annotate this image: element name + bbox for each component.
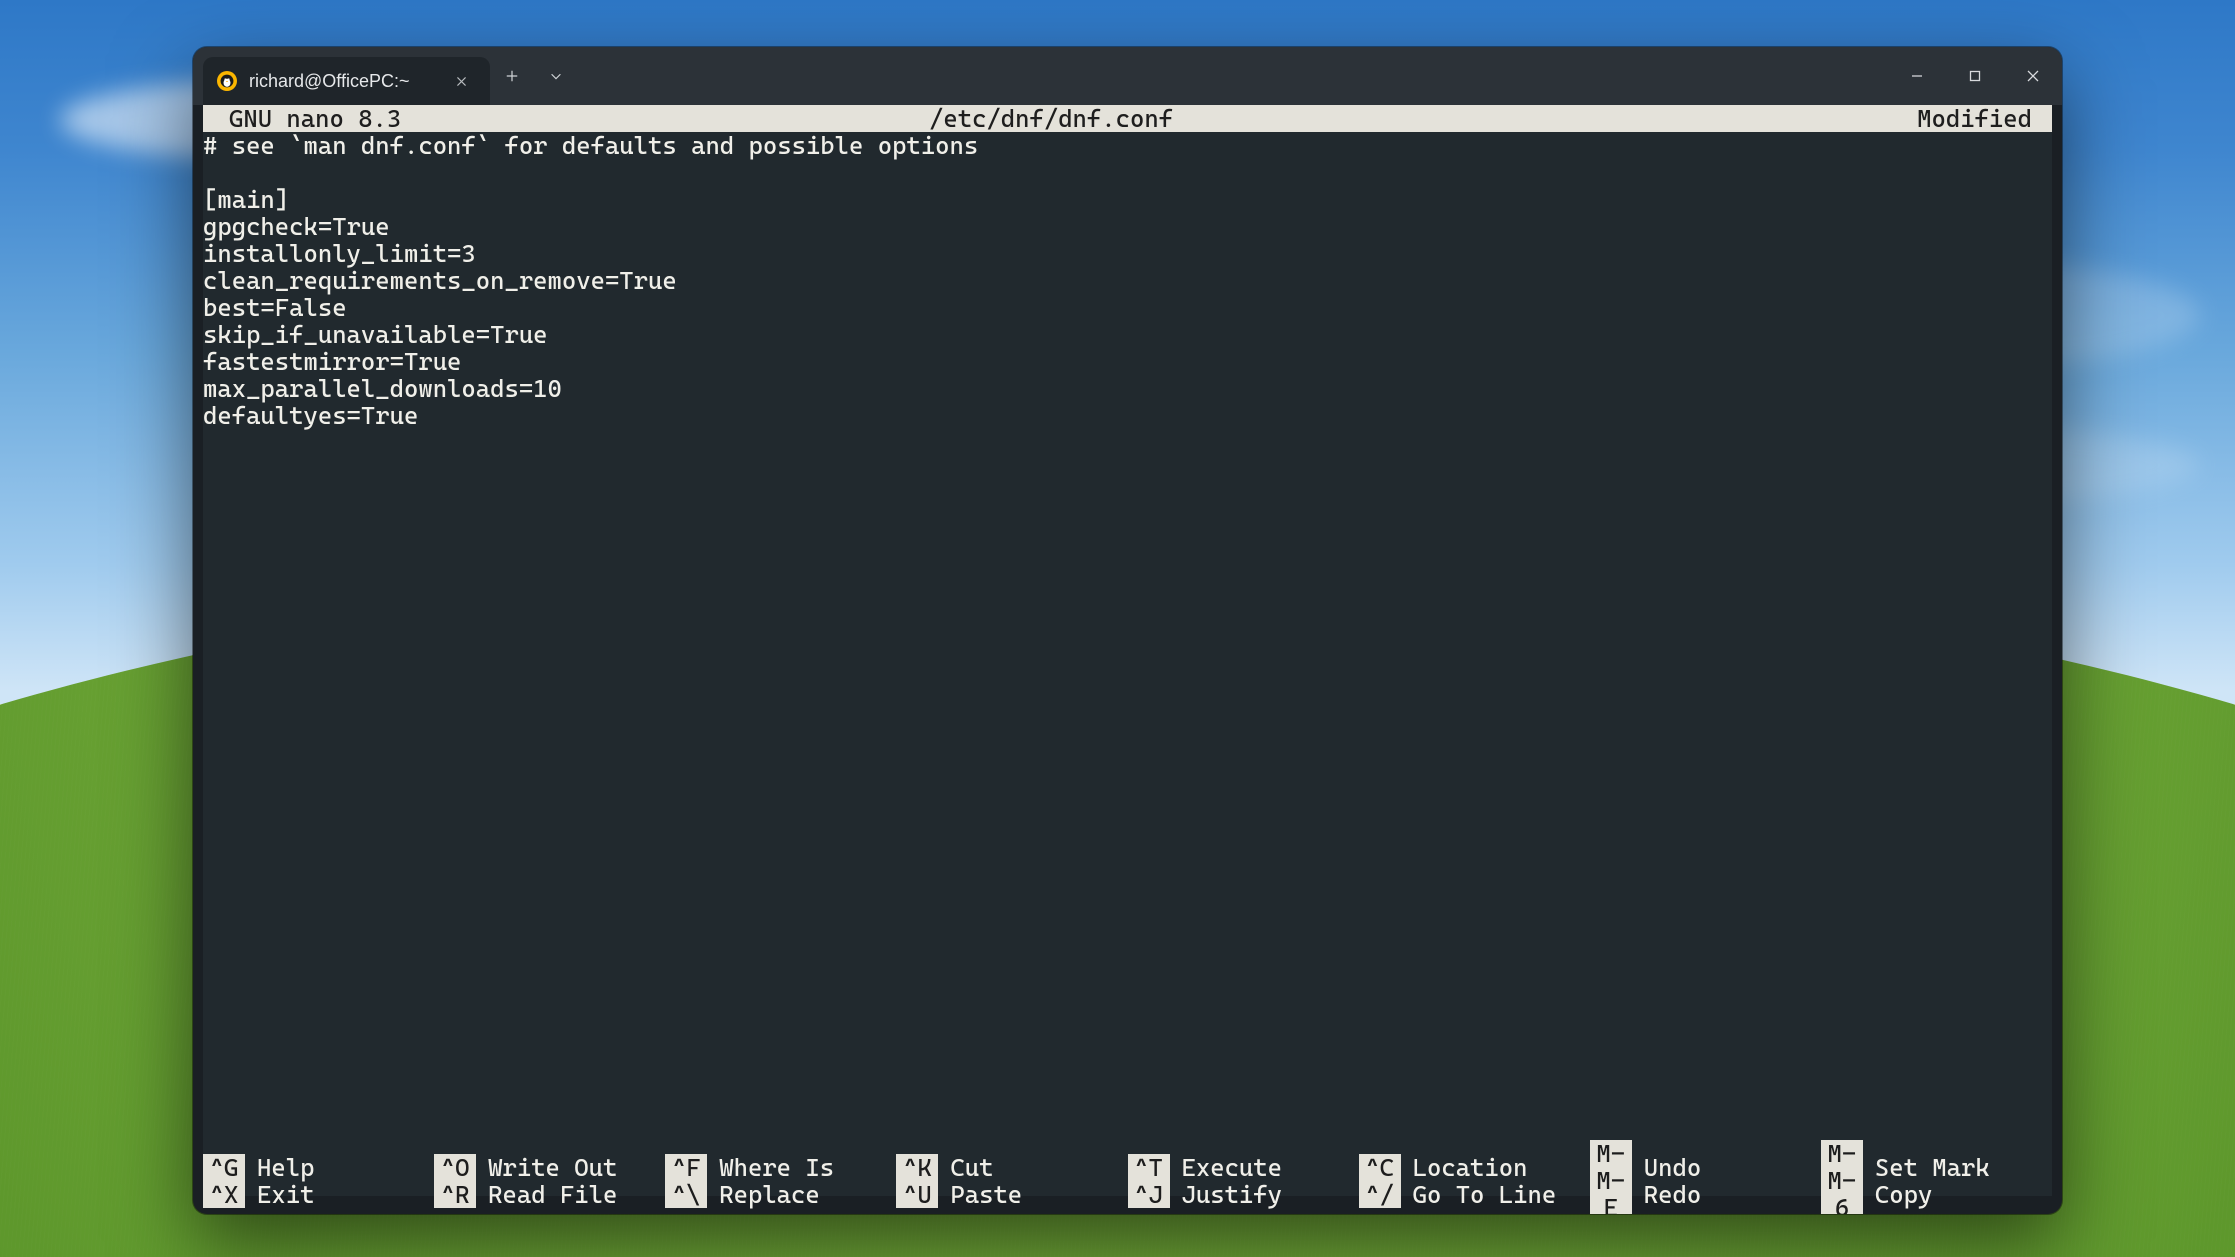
shortcut-label: Read File [488,1181,617,1208]
nano-shortcut: ^J Justify [1128,1167,1359,1214]
shortcut-key: ^/ [1359,1181,1401,1208]
tab-dropdown-button[interactable] [534,47,578,105]
editor-line[interactable]: skip_if_unavailable=True [203,321,2052,348]
editor-line[interactable]: defaultyes=True [203,402,2052,429]
tab-title: richard@OfficePC:~ [249,71,410,92]
editor-line[interactable] [203,159,2052,186]
nano-shortcut: ^U Paste [896,1167,1127,1214]
shortcut-label: Paste [950,1181,1022,1208]
nano-modified-indicator: Modified [1917,105,2052,132]
shortcut-key: ^U [896,1181,938,1208]
nano-shortcut: M-6 Copy [1821,1167,2052,1214]
window-close-button[interactable] [2004,47,2062,105]
terminal-viewport[interactable]: GNU nano 8.3 /etc/dnf/dnf.conf Modified … [203,105,2052,1196]
shortcut-key: ^J [1128,1181,1170,1208]
shortcut-label: Justify [1182,1181,1283,1208]
window-minimize-button[interactable] [1888,47,1946,105]
nano-editor-body[interactable]: # see `man dnf.conf` for defaults and po… [203,132,2052,429]
nano-shortcut: ^R Read File [434,1167,665,1214]
tab-active[interactable]: richard@OfficePC:~ [203,57,490,105]
editor-line[interactable]: clean_requirements_on_remove=True [203,267,2052,294]
editor-line[interactable]: installonly_limit=3 [203,240,2052,267]
shortcut-label: Replace [719,1181,820,1208]
penguin-icon [217,71,237,91]
tab-close-button[interactable] [450,69,474,93]
editor-line[interactable]: fastestmirror=True [203,348,2052,375]
editor-line[interactable]: max_parallel_downloads=10 [203,375,2052,402]
nano-header-bar: GNU nano 8.3 /etc/dnf/dnf.conf Modified [203,105,2052,132]
nano-file-path: /etc/dnf/dnf.conf [929,105,1917,132]
titlebar: richard@OfficePC:~ [193,47,2062,105]
editor-line[interactable]: # see `man dnf.conf` for defaults and po… [203,132,2052,159]
editor-line[interactable]: gpgcheck=True [203,213,2052,240]
tab-strip: richard@OfficePC:~ [193,47,490,105]
terminal-window: richard@OfficePC:~ GNU nano 8.3 /etc/dnf… [193,47,2062,1214]
shortcut-key: ^X [203,1181,245,1208]
shortcut-label: Exit [257,1181,314,1208]
shortcut-key: M-6 [1821,1167,1863,1214]
nano-shortcut: M-E Redo [1590,1167,1821,1214]
nano-app-name: GNU nano 8.3 [207,105,929,132]
shortcut-key: M-E [1590,1167,1632,1214]
window-maximize-button[interactable] [1946,47,2004,105]
shortcut-label: Copy [1875,1181,1932,1208]
shortcut-key: ^R [434,1181,476,1208]
nano-shortcut: ^/ Go To Line [1359,1167,1590,1214]
editor-line[interactable]: [main] [203,186,2052,213]
editor-line[interactable]: best=False [203,294,2052,321]
nano-shortcut: ^X Exit [203,1167,434,1214]
shortcut-label: Redo [1644,1181,1701,1208]
nano-shortcut-bar: ^GHelp^OWrite Out^FWhere Is^KCut^TExecut… [203,1140,2052,1196]
shortcut-key: ^\ [665,1181,707,1208]
nano-shortcut: ^\ Replace [665,1167,896,1214]
new-tab-button[interactable] [490,47,534,105]
shortcut-label: Go To Line [1413,1181,1557,1208]
